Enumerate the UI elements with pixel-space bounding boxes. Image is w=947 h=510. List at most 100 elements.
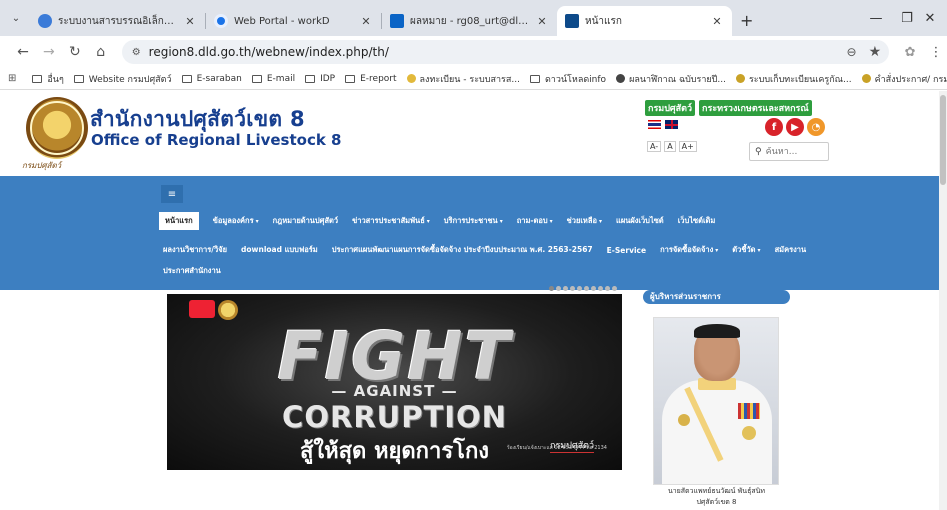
browser-tab-home[interactable]: หน้าแรก ✕ <box>557 6 732 36</box>
bookmark-site[interactable]: คำสั่งประกาศ/ กรมปศุสั... <box>861 72 947 86</box>
uk-flag-icon[interactable] <box>665 120 678 129</box>
nav-item[interactable]: ตัวชี้วัด ▾ <box>732 244 760 256</box>
site-favicon-icon <box>861 74 871 83</box>
tab-close-icon[interactable]: ✕ <box>535 15 549 28</box>
browser-tab-esaraban[interactable]: ระบบงานสารบรรณอิเล็กทรอนิกส์ - ✕ <box>30 6 205 36</box>
extension-icon[interactable]: ✿ <box>899 41 921 63</box>
bookmark-folder[interactable]: IDP <box>305 74 335 84</box>
nav-item[interactable]: หน้าแรก <box>159 212 199 230</box>
zoom-magnifier-icon[interactable]: ⊖ <box>847 45 857 59</box>
nav-item[interactable]: กฎหมายด้านปศุสัตว์ <box>273 215 338 227</box>
carousel-dot[interactable] <box>577 286 582 291</box>
link-dld[interactable]: กรมปศุสัตว์ <box>645 100 696 116</box>
nav-item[interactable]: ผลงานวิชาการ/วิจัย <box>163 244 227 256</box>
tab-close-icon[interactable]: ✕ <box>710 15 724 28</box>
nav-item[interactable]: สมัครงาน <box>775 244 807 256</box>
nav-item-label: แผนผังเว็บไซต์ <box>616 216 664 225</box>
nav-item-label: E-Service <box>606 245 647 255</box>
carousel-dot[interactable] <box>605 286 610 291</box>
nav-item[interactable]: ถาม-ตอบ ▾ <box>517 215 553 227</box>
new-tab-plus-icon[interactable]: + <box>740 11 753 30</box>
nav-item[interactable]: ประกาศแผนพัฒนาแผนการจัดซื้อจัดจ้าง ประจำ… <box>332 244 593 256</box>
tab-close-icon[interactable]: ✕ <box>183 15 197 28</box>
bookmark-label: Website กรมปศุสัตว์ <box>88 74 172 85</box>
bookmark-folder[interactable]: E-report <box>345 74 397 84</box>
reload-icon[interactable]: ↻ <box>64 41 86 63</box>
hamburger-menu-icon[interactable]: ≡ <box>161 185 183 203</box>
page-scrollbar[interactable] <box>939 91 947 510</box>
nav-item[interactable]: ข้อมูลองค์กร ▾ <box>213 215 259 227</box>
font-increase-button[interactable]: A+ <box>678 141 697 152</box>
anti-corruption-banner[interactable]: FIGHT — AGAINST — CORRUPTION สู้ให้สุด ห… <box>167 294 622 470</box>
browser-tab-mail[interactable]: ผลหมาย - rg08_urt@dld.go.th ✕ <box>382 6 557 36</box>
nav-item[interactable]: แผนผังเว็บไซต์ <box>616 215 664 227</box>
forward-arrow-icon[interactable]: → <box>38 41 60 63</box>
department-seal-logo[interactable] <box>26 97 88 159</box>
executive-portrait[interactable] <box>653 317 779 485</box>
header-links: กรมปศุสัตว์ กระทรวงเกษตรและสหกรณ์ <box>645 100 812 116</box>
carousel-dot[interactable] <box>556 286 561 291</box>
bookmark-folder[interactable]: E-mail <box>251 74 295 84</box>
address-bar[interactable]: ⚙ region8.dld.go.th/webnew/index.php/th/… <box>121 40 890 64</box>
address-url: region8.dld.go.th/webnew/index.php/th/ <box>148 45 389 59</box>
rss-icon[interactable]: ◔ <box>807 118 825 136</box>
scrollbar-thumb[interactable] <box>940 95 946 185</box>
tab-close-icon[interactable]: ✕ <box>359 15 373 28</box>
carousel-dot[interactable] <box>570 286 575 291</box>
bookmark-folder[interactable]: ดาวน์โหลดinfo <box>529 72 606 86</box>
window-close-icon[interactable]: ✕ <box>913 0 947 36</box>
carousel-dot[interactable] <box>563 286 568 291</box>
caret-down-icon: ▾ <box>598 218 602 225</box>
nav-item[interactable]: บริการประชาชน ▾ <box>444 215 503 227</box>
banner-corruption: CORRUPTION <box>282 400 507 434</box>
nav-item[interactable]: download แบบฟอร์ม <box>241 244 318 256</box>
nav-item-label: ข้อมูลองค์กร <box>212 216 254 225</box>
bookmark-star-icon[interactable]: ★ <box>869 44 882 60</box>
nav-item[interactable]: ข่าวสารประชาสัมพันธ์ ▾ <box>352 215 430 227</box>
home-icon[interactable]: ⌂ <box>90 41 112 63</box>
bookmarks-bar: ⊞ อื่นๆ Website กรมปศุสัตว์ E-saraban E-… <box>0 68 947 90</box>
carousel-dot[interactable] <box>598 286 603 291</box>
font-reset-button[interactable]: A <box>664 141 676 152</box>
bookmark-folder[interactable]: อื่นๆ <box>32 72 64 86</box>
nav-item[interactable]: E-Service <box>607 246 646 255</box>
bookmark-site[interactable]: ผลนาฬิกาณ ฉบับรายปี... <box>616 72 726 86</box>
site-favicon-icon <box>406 74 416 83</box>
bookmark-site[interactable]: ลงทะเบียน - ระบบสารส... <box>406 72 520 86</box>
nav-item-label: หน้าแรก <box>165 216 193 225</box>
carousel-dot[interactable] <box>584 286 589 291</box>
bookmark-site[interactable]: ระบบเก็บทะเบียนเครูกัณ... <box>735 72 852 86</box>
tab-search-chevron-icon[interactable]: ⌄ <box>6 8 26 28</box>
nav-item-label: ผลงานวิชาการ/วิจัย <box>163 245 228 254</box>
font-decrease-button[interactable]: A- <box>647 141 662 152</box>
apps-grid-icon[interactable]: ⊞ <box>8 73 16 84</box>
caret-down-icon: ▾ <box>549 218 553 225</box>
youtube-icon[interactable]: ▶ <box>786 118 804 136</box>
link-ministry[interactable]: กระทรวงเกษตรและสหกรณ์ <box>699 100 812 116</box>
browser-tab-web-portal[interactable]: Web Portal - workD ✕ <box>206 6 381 36</box>
banner-contact: ร้องเรียน/แจ้งเบาะแส 02-6534444 ต่อ 2134 <box>507 445 607 451</box>
carousel-dot[interactable] <box>549 286 554 291</box>
language-switcher <box>648 120 678 129</box>
nav-item[interactable]: ประกาศสำนักงาน <box>163 265 221 277</box>
executive-title-line: ปศุสัตว์เขต 8 <box>696 498 737 506</box>
carousel-dot[interactable] <box>591 286 596 291</box>
site-header: กรมปศุสัตว์ สำนักงานปศุสัตว์เขต 8 Office… <box>0 91 939 174</box>
nav-item[interactable]: เว็บไซต์เดิม <box>678 215 716 227</box>
bookmark-folder[interactable]: Website กรมปศุสัตว์ <box>73 72 172 86</box>
site-info-icon[interactable]: ⚙ <box>132 47 141 58</box>
nav-item[interactable]: การจัดซื้อจัดจ้าง ▾ <box>660 244 718 256</box>
bookmark-folder[interactable]: E-saraban <box>181 74 242 84</box>
main-navigation: ≡ หน้าแรก ข้อมูลองค์กร ▾ กฎหมายด้านปศุสัตว์… <box>0 176 939 290</box>
site-search-box: ⚲ <box>749 142 829 161</box>
thai-flag-icon[interactable] <box>648 120 661 129</box>
bookmark-label: อื่นๆ <box>47 74 64 85</box>
back-arrow-icon[interactable]: ← <box>12 41 34 63</box>
org-title-english: Office of Regional Livestock 8 <box>91 131 342 149</box>
nav-item[interactable]: ช่วยเหลือ ▾ <box>567 215 602 227</box>
carousel-dot[interactable] <box>612 286 617 291</box>
facebook-icon[interactable]: f <box>765 118 783 136</box>
site-search-input[interactable] <box>765 146 824 157</box>
browser-menu-icon[interactable]: ⋮ <box>925 41 947 63</box>
search-icon[interactable]: ⚲ <box>755 147 762 157</box>
